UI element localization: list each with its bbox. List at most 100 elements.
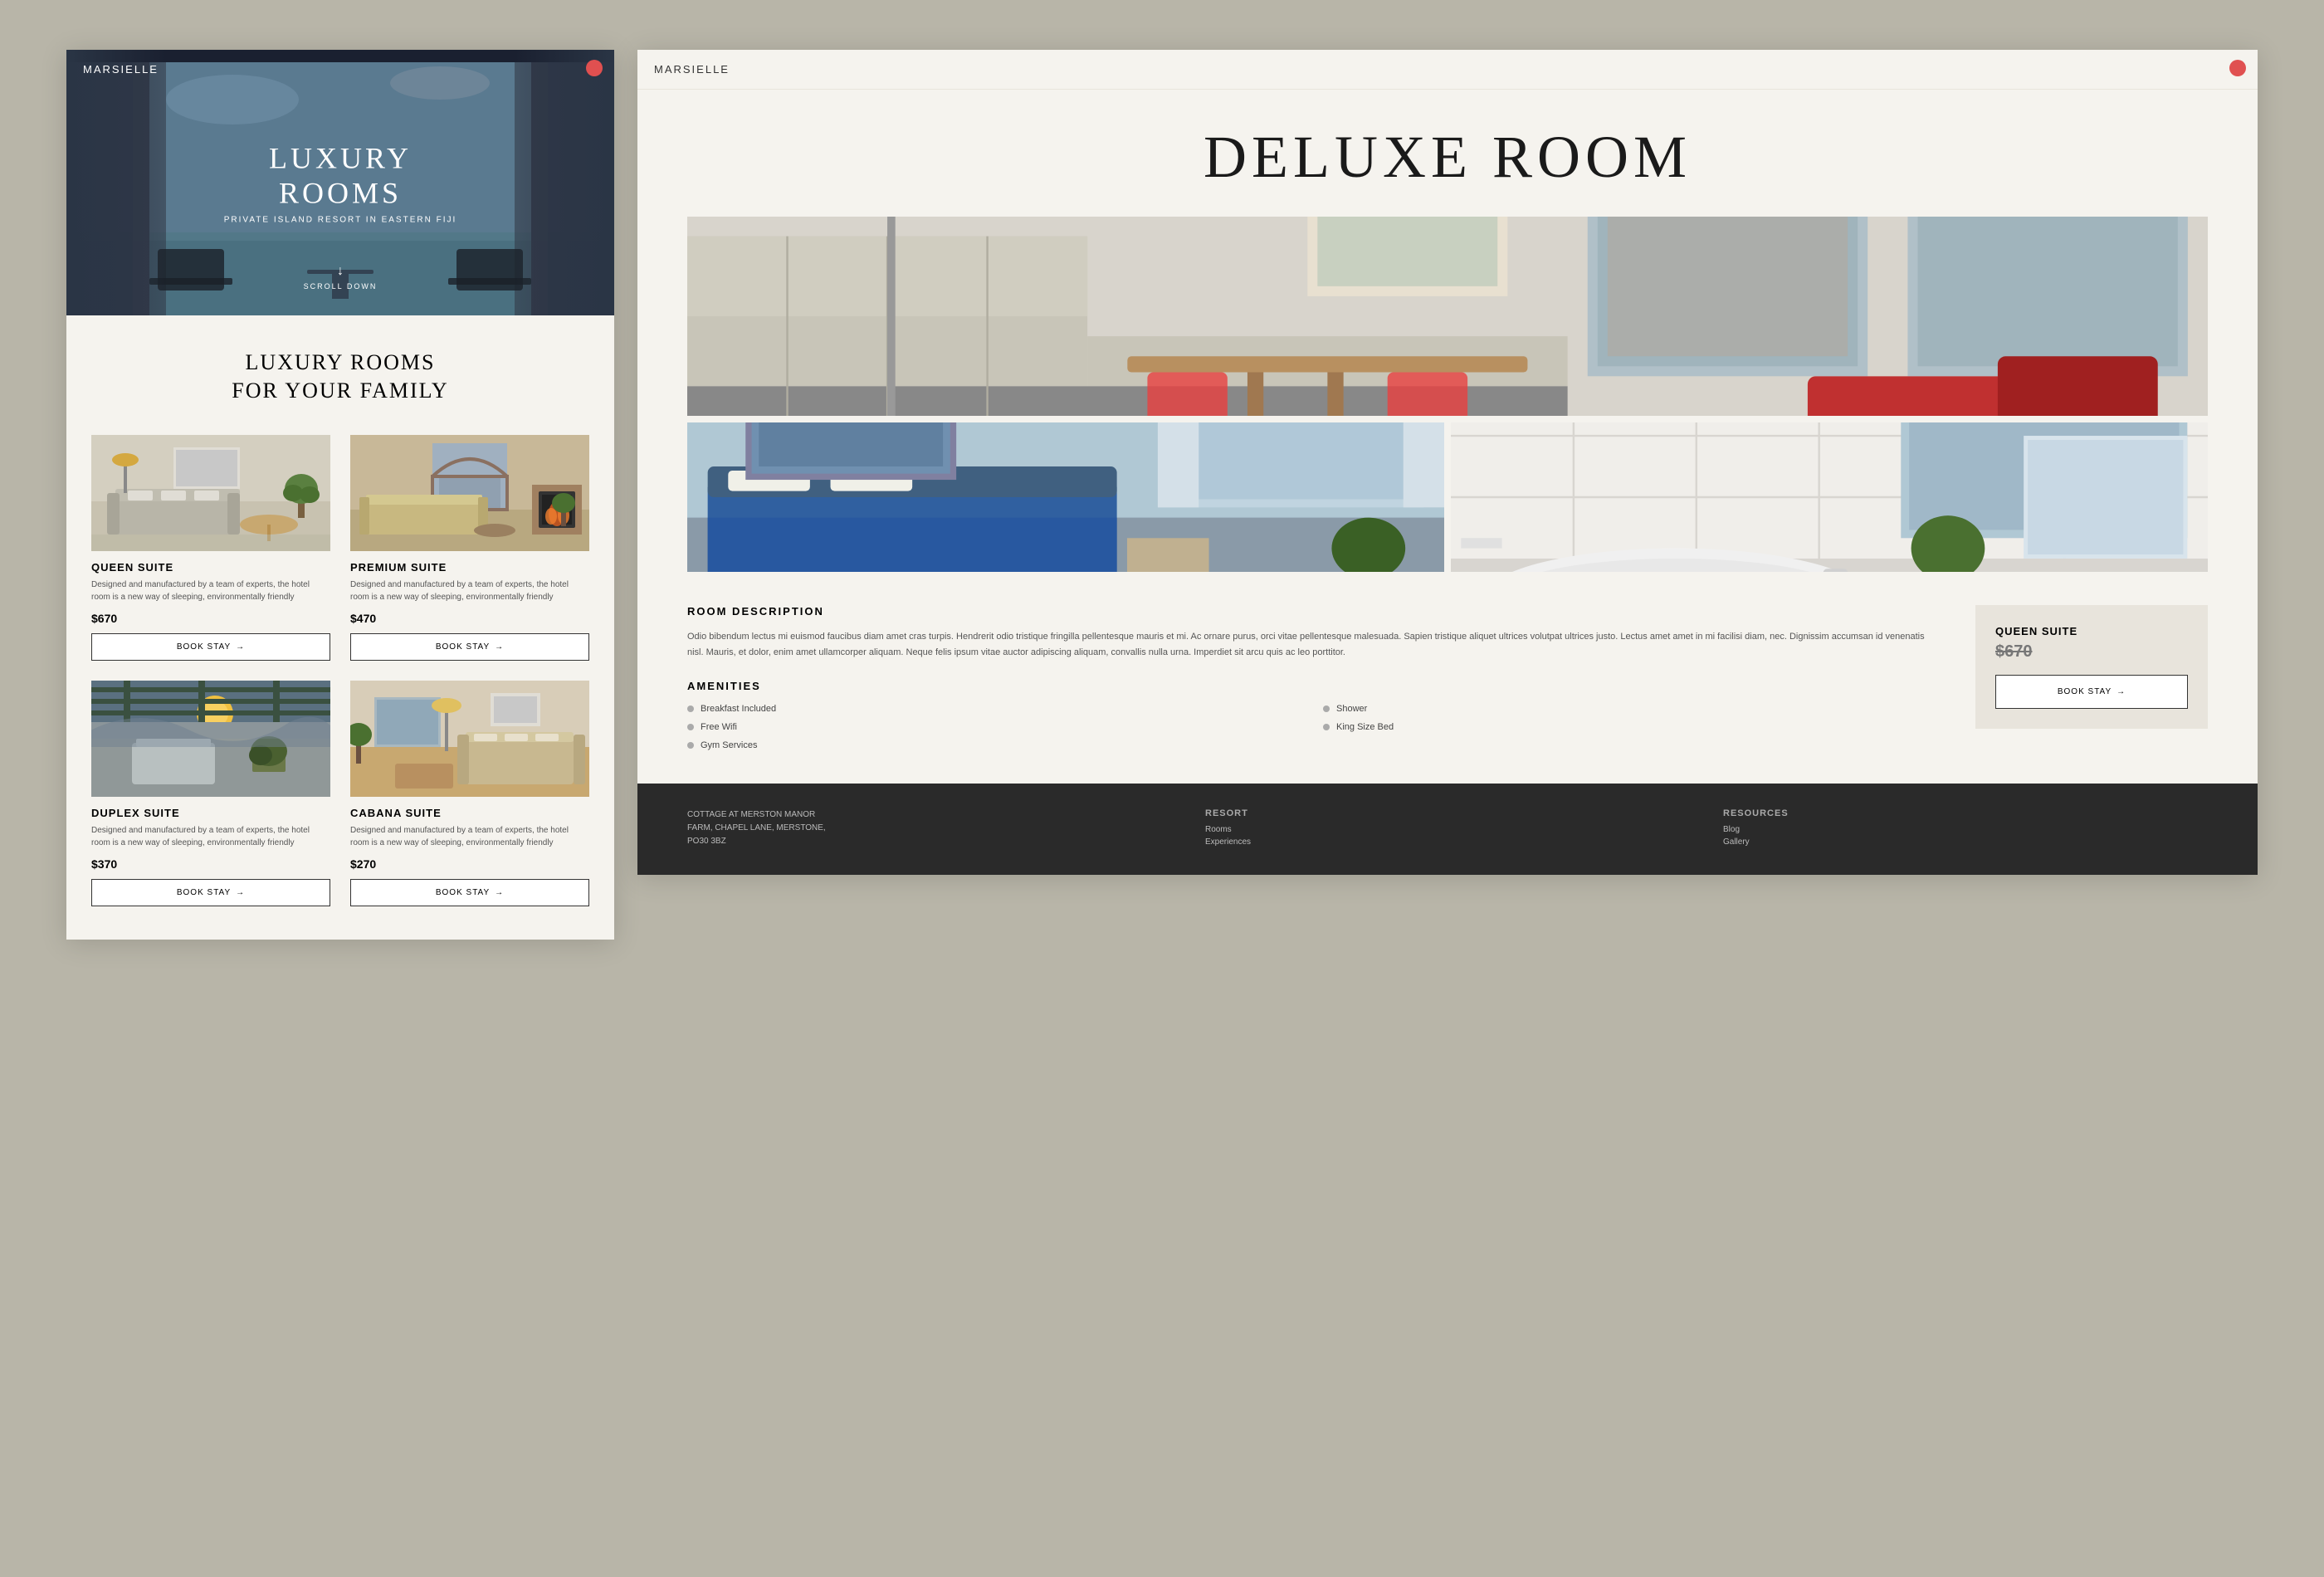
- hero-main-title: LUXURY ROOMS: [203, 141, 477, 211]
- footer-resort-rooms[interactable]: Rooms: [1205, 825, 1690, 834]
- room-name-duplex: DUPLEX SUITE: [91, 807, 330, 819]
- book-btn-cabana[interactable]: BOOK STAY →: [350, 879, 589, 906]
- booking-card: QUEEN SUITE $670 BOOK STAY →: [1975, 605, 2208, 729]
- hero-title-block: LUXURY ROOMS PRIVATE ISLAND RESORT IN EA…: [203, 141, 477, 225]
- room-description-text: Odio bibendum lectus mi euismod faucibus…: [687, 629, 1942, 660]
- footer-resort-experiences[interactable]: Experiences: [1205, 837, 1690, 847]
- hero-close-button[interactable]: [586, 60, 603, 76]
- left-panel: MARSIELLE LUXURY ROOMS PRIVATE ISLAND RE…: [66, 50, 614, 940]
- arrow-icon-duplex: →: [236, 888, 245, 897]
- footer-resources-blog[interactable]: Blog: [1723, 825, 2208, 834]
- room-price-cabana: $270: [350, 857, 589, 871]
- amenities-heading: AMENITIES: [687, 680, 1942, 692]
- room-card-premium: PREMIUM SUITE Designed and manufactured …: [350, 435, 589, 661]
- amenity-breakfast: Breakfast Included: [687, 704, 1306, 714]
- scroll-indicator[interactable]: ↓ SCROLL DOWN: [304, 264, 378, 290]
- footer-resources-heading: RESOURCES: [1723, 808, 2208, 818]
- amenity-label-wifi: Free Wifi: [701, 722, 737, 732]
- cabana-illustration: [350, 681, 589, 797]
- room-name-premium: PREMIUM SUITE: [350, 561, 589, 574]
- gallery-main-svg: [687, 217, 2208, 416]
- amenity-gym: Gym Services: [687, 740, 1306, 750]
- rooms-grid: QUEEN SUITE Designed and manufactured by…: [91, 435, 589, 906]
- amenity-dot-breakfast: [687, 706, 694, 712]
- footer-resort-list: Rooms Experiences: [1205, 825, 1690, 847]
- right-panel: MARSIELLE DELUXE ROOM: [637, 50, 2258, 875]
- main-container: MARSIELLE LUXURY ROOMS PRIVATE ISLAND RE…: [0, 0, 2324, 1577]
- gallery-bedroom-image: [687, 422, 1444, 572]
- room-detail-section: ROOM DESCRIPTION Odio bibendum lectus mi…: [687, 605, 2208, 750]
- book-btn-queen[interactable]: BOOK STAY →: [91, 633, 330, 661]
- hero-section: MARSIELLE LUXURY ROOMS PRIVATE ISLAND RE…: [66, 50, 614, 315]
- hero-curtain-left: [66, 50, 166, 315]
- room-desc-queen: Designed and manufactured by a team of e…: [91, 579, 330, 603]
- footer-address-line3: PO30 3BZ: [687, 835, 1172, 848]
- amenity-label-gym: Gym Services: [701, 740, 757, 750]
- room-price-duplex: $370: [91, 857, 330, 871]
- amenity-dot-gym: [687, 742, 694, 749]
- room-price-premium: $470: [350, 612, 589, 625]
- room-description-heading: ROOM DESCRIPTION: [687, 605, 1942, 618]
- amenity-king-bed: King Size Bed: [1323, 722, 1942, 732]
- amenity-dot-king-bed: [1323, 724, 1330, 730]
- amenity-label-shower: Shower: [1336, 704, 1367, 714]
- queen-illustration: [91, 435, 330, 551]
- footer-resources-list: Blog Gallery: [1723, 825, 2208, 847]
- room-image-duplex: [91, 681, 330, 797]
- room-name-queen: QUEEN SUITE: [91, 561, 330, 574]
- scroll-arrow-icon: ↓: [304, 264, 378, 279]
- room-gallery: [687, 217, 2208, 572]
- amenity-label-breakfast: Breakfast Included: [701, 704, 776, 714]
- footer-address-block: COTTAGE AT MERSTON MANOR FARM, CHAPEL LA…: [687, 808, 1172, 850]
- amenity-wifi: Free Wifi: [687, 722, 1306, 732]
- description-amenities-block: ROOM DESCRIPTION Odio bibendum lectus mi…: [687, 605, 1942, 750]
- duplex-illustration: [91, 681, 330, 797]
- amenities-grid: Breakfast Included Shower Free Wifi: [687, 704, 1942, 750]
- right-close-button[interactable]: [2229, 60, 2246, 76]
- footer-address-line1: COTTAGE AT MERSTON MANOR: [687, 808, 1172, 822]
- footer-address-line2: FARM, CHAPEL LANE, MERSTONE,: [687, 822, 1172, 835]
- amenity-label-king-bed: King Size Bed: [1336, 722, 1394, 732]
- room-card-duplex: DUPLEX SUITE Designed and manufactured b…: [91, 681, 330, 906]
- book-btn-duplex[interactable]: BOOK STAY →: [91, 879, 330, 906]
- booking-arrow-icon: →: [2116, 687, 2126, 696]
- room-price-queen: $670: [91, 612, 330, 625]
- room-card-cabana: CABANA SUITE Designed and manufactured b…: [350, 681, 589, 906]
- room-image-queen: [91, 435, 330, 551]
- premium-illustration: [350, 435, 589, 551]
- booking-suite-name: QUEEN SUITE: [1995, 625, 2188, 637]
- gallery-bathroom-image: [1451, 422, 2208, 572]
- amenity-shower: Shower: [1323, 704, 1942, 714]
- arrow-icon-queen: →: [236, 642, 245, 652]
- booking-price: $670: [1995, 642, 2188, 662]
- room-description: ROOM DESCRIPTION Odio bibendum lectus mi…: [687, 605, 1942, 660]
- footer-resort-heading: RESORT: [1205, 808, 1690, 818]
- gallery-bathroom-svg: [1451, 422, 2208, 572]
- right-header: MARSIELLE: [637, 50, 2258, 90]
- hero-subtitle: PRIVATE ISLAND RESORT IN EASTERN FIJI: [203, 216, 477, 225]
- booking-book-button[interactable]: BOOK STAY →: [1995, 675, 2188, 709]
- room-card-queen: QUEEN SUITE Designed and manufactured by…: [91, 435, 330, 661]
- footer-resort-links: RESORT Rooms Experiences: [1205, 808, 1690, 850]
- hero-logo: MARSIELLE: [83, 63, 159, 76]
- section-title-text: LUXURY ROOMS FOR YOUR FAMILY: [91, 349, 589, 405]
- room-image-premium: [350, 435, 589, 551]
- right-logo: MARSIELLE: [654, 63, 2241, 76]
- room-desc-premium: Designed and manufactured by a team of e…: [350, 579, 589, 603]
- footer-resources-gallery[interactable]: Gallery: [1723, 837, 2208, 847]
- room-desc-duplex: Designed and manufactured by a team of e…: [91, 824, 330, 849]
- right-content: DELUXE ROOM: [637, 90, 2258, 784]
- section-heading: LUXURY ROOMS FOR YOUR FAMILY: [91, 349, 589, 405]
- amenity-dot-wifi: [687, 724, 694, 730]
- deluxe-room-title: DELUXE ROOM: [687, 123, 2208, 192]
- book-btn-premium[interactable]: BOOK STAY →: [350, 633, 589, 661]
- gallery-main-image: [687, 217, 2208, 416]
- room-name-cabana: CABANA SUITE: [350, 807, 589, 819]
- room-image-cabana: [350, 681, 589, 797]
- left-content: LUXURY ROOMS FOR YOUR FAMILY: [66, 315, 614, 940]
- arrow-icon-premium: →: [495, 642, 504, 652]
- amenity-dot-shower: [1323, 706, 1330, 712]
- gallery-bedroom-svg: [687, 422, 1444, 572]
- scroll-text: SCROLL DOWN: [304, 282, 378, 290]
- arrow-icon-cabana: →: [495, 888, 504, 897]
